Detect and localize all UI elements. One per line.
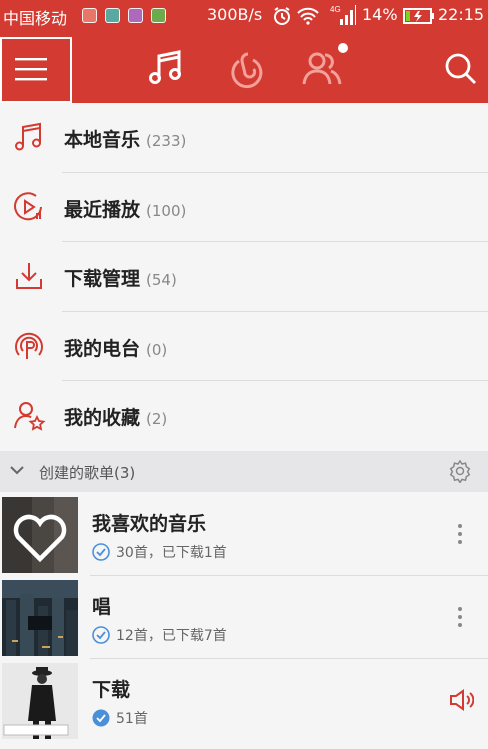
now-playing-speaker-icon[interactable]: [448, 687, 474, 713]
menu-item-label: 我的电台 (0): [64, 337, 168, 360]
downloaded-check-icon: [92, 709, 110, 727]
chevron-down-icon: [10, 466, 24, 475]
battery-percent: 14%: [362, 5, 398, 24]
battery-icon: [403, 8, 434, 24]
playlist-cover-city: [2, 580, 78, 656]
menu-item-count: (233): [146, 132, 187, 150]
downloaded-check-icon: [92, 543, 110, 561]
play-clock-icon: [14, 191, 42, 220]
menu-item-label: 最近播放 (100): [64, 198, 187, 221]
menu-item-count: (54): [146, 271, 177, 290]
playlist-cover-heart: [2, 497, 78, 573]
menu-item-count: (100): [146, 201, 187, 220]
netease-discover-icon: [231, 52, 263, 89]
menu-item-recent[interactable]: 最近播放 (100): [0, 172, 488, 243]
gear-icon[interactable]: [448, 459, 472, 483]
user-star-icon: [14, 402, 46, 432]
playlist-subtitle: 51首: [116, 711, 148, 727]
signal-icon: 4G: [330, 5, 356, 25]
more-options-icon[interactable]: [452, 606, 468, 628]
network-type-label: 4G: [330, 5, 341, 14]
more-options-icon[interactable]: [452, 523, 468, 545]
hamburger-icon: [15, 58, 47, 81]
playlist-meta: 51首: [92, 708, 148, 728]
search-icon[interactable]: [442, 50, 478, 86]
menu-item-favorites[interactable]: 我的收藏 (2): [0, 381, 488, 451]
section-title: 创建的歌单(3): [39, 464, 136, 482]
download-icon: [16, 263, 42, 290]
radio-icon: [15, 332, 43, 359]
playlist-item[interactable]: 下载 51首: [0, 659, 488, 742]
app-store-icon: [151, 8, 166, 23]
tab-friends[interactable]: [300, 46, 344, 90]
playlist-item[interactable]: 唱 12首，已下载7首: [0, 576, 488, 659]
menu-item-label: 下载管理 (54): [64, 268, 177, 291]
downloaded-check-icon: [92, 626, 110, 644]
network-speed: 300B/s: [207, 5, 263, 24]
friends-icon: [302, 52, 342, 85]
tab-discover[interactable]: [224, 46, 268, 90]
menu-item-count: (2): [146, 410, 168, 429]
menu-item-local-music[interactable]: 本地音乐 (233): [0, 103, 488, 173]
gallery-icon: [128, 8, 143, 23]
tab-my-music[interactable]: [144, 46, 188, 90]
created-playlists-header[interactable]: 创建的歌单(3): [0, 451, 488, 492]
playlist-name: 我喜欢的音乐: [92, 513, 207, 535]
drawer-menu-button[interactable]: [0, 37, 72, 103]
playlist-meta: 12首，已下载7首: [92, 625, 227, 645]
wifi-icon: [297, 7, 319, 25]
playlist-meta: 30首，已下载1首: [92, 542, 227, 562]
notification-icons: [82, 8, 166, 23]
mail-icon: [82, 8, 97, 23]
music-note-icon: [15, 122, 41, 151]
my-music-menu: 本地音乐(233) 最近播放(100) 下载管理(54) 我的电台(0): [0, 103, 488, 451]
carrier-label: 中国移动: [3, 9, 68, 28]
menu-item-label: 本地音乐 (233): [64, 129, 187, 151]
playlist-item[interactable]: 我喜欢的音乐 30首，已下载1首: [0, 493, 488, 576]
status-bar: 中国移动 300B/s 4G 14% 22:15: [0, 0, 488, 33]
menu-item-downloads[interactable]: 下载管理 (54): [0, 242, 488, 312]
playlist-cover-figure: [2, 663, 78, 739]
alarm-icon: [274, 7, 290, 25]
clock: 22:15: [438, 5, 485, 24]
menu-item-label: 我的收藏 (2): [64, 407, 168, 430]
playlist-subtitle: 12首，已下载7首: [116, 628, 227, 644]
menu-item-radio[interactable]: 我的电台 (0): [0, 311, 488, 382]
menu-item-count: (0): [146, 340, 168, 359]
notification-dot: [338, 43, 348, 53]
playlist-name: 下载: [92, 679, 131, 701]
playlist-subtitle: 30首，已下载1首: [116, 545, 227, 561]
playlist-name: 唱: [92, 596, 112, 618]
top-app-bar: [0, 33, 488, 103]
music-note-icon: [149, 50, 181, 84]
bulb-icon: [105, 8, 120, 23]
